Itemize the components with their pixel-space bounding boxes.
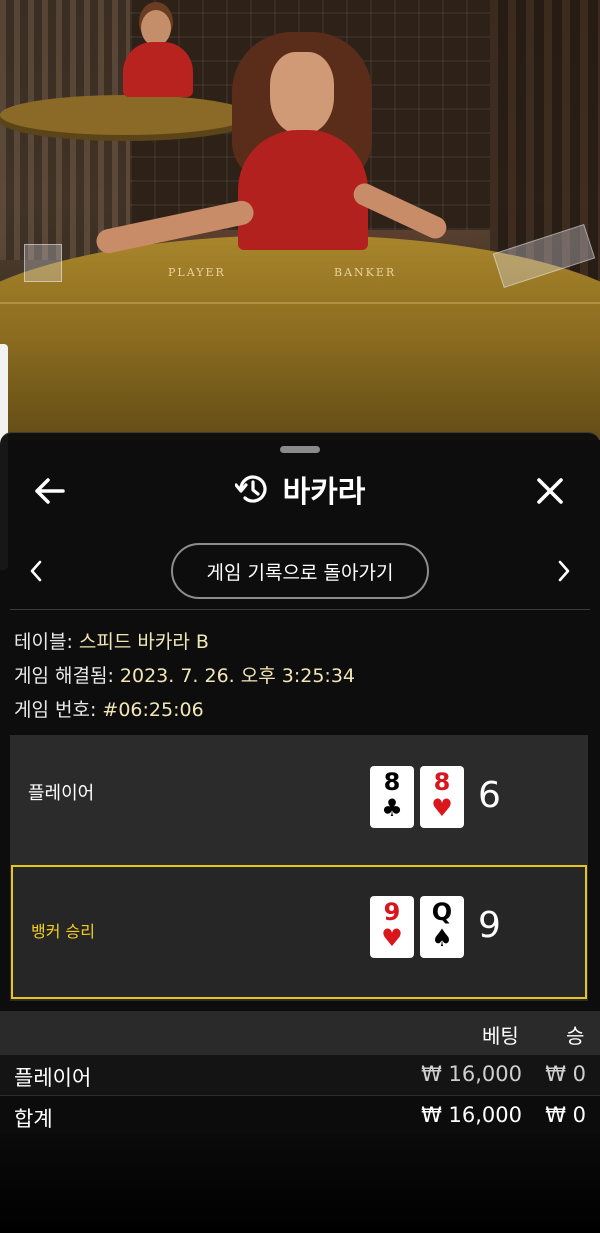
discard-holder: [24, 244, 62, 282]
bets-table-header: 베팅 승: [0, 1011, 600, 1055]
history-icon: [234, 475, 267, 503]
close-icon: [537, 478, 563, 504]
win-column-header: 승: [566, 1024, 585, 1048]
bet-name: 플레이어: [14, 1066, 92, 1090]
dealer-body: [238, 130, 368, 250]
player-card-1: 8 ♣: [370, 766, 414, 828]
banker-win-label: 뱅커 승리: [31, 922, 95, 941]
table-label-player: PLAYER: [168, 266, 226, 279]
background-table: [0, 95, 250, 135]
card-rank: 9: [383, 898, 401, 926]
player-hand-row: 플레이어 8 ♣ 8 ♥ 6: [10, 735, 588, 865]
divider: [10, 609, 590, 610]
card-rank: Q: [431, 898, 453, 926]
back-to-history-button[interactable]: 게임 기록으로 돌아가기: [171, 543, 429, 599]
card-rank: 8: [383, 768, 401, 796]
sheet-drag-handle[interactable]: [280, 446, 320, 453]
round-results: 플레이어 8 ♣ 8 ♥ 6 뱅커 승리 9 ♥ Q ♠ 9: [10, 735, 588, 1001]
club-icon: ♣: [381, 794, 403, 822]
live-video-feed: PLAYER BANKER: [0, 0, 600, 440]
table-row: 플레이어 ₩ 16,000 ₩ 0: [0, 1055, 600, 1095]
chevron-right-icon: [558, 560, 570, 582]
sheet-footer: [0, 1135, 600, 1233]
dealer-face: [270, 52, 334, 134]
background-dealer-body: [123, 42, 193, 97]
round-info: 테이블: 스피드 바카라 B 게임 해결됨: 2023. 7. 26. 오후 3…: [14, 625, 584, 727]
total-label: 합계: [14, 1107, 53, 1131]
win-amount: ₩ 0: [545, 1062, 586, 1086]
player-card-2: 8 ♥: [420, 766, 464, 828]
game-history-sheet: 바카라 게임 기록으로 돌아가기 테이블: 스피드 바카라 B 게임 해결됨: …: [0, 432, 600, 1233]
resolved-info-line: 게임 해결됨: 2023. 7. 26. 오후 3:25:34: [14, 659, 584, 693]
bet-column-header: 베팅: [482, 1024, 519, 1048]
resolved-value: 2023. 7. 26. 오후 3:25:34: [119, 665, 355, 687]
heart-icon: ♥: [381, 924, 403, 952]
banker-hand-row: 뱅커 승리 9 ♥ Q ♠ 9: [11, 865, 587, 999]
player-hand-label: 플레이어: [28, 783, 95, 804]
game-number-line: 게임 번호: #06:25:06: [14, 693, 584, 727]
banker-card-1: 9 ♥: [370, 896, 414, 958]
total-bet-amount: ₩ 16,000: [421, 1103, 522, 1127]
chevron-left-icon: [30, 560, 42, 582]
player-score: 6: [478, 775, 501, 816]
sheet-header: 바카라: [0, 467, 600, 511]
table-line: [0, 302, 600, 304]
page-title: 바카라: [282, 475, 366, 510]
banker-score: 9: [478, 905, 501, 946]
total-row: 합계 ₩ 16,000 ₩ 0: [0, 1095, 600, 1135]
total-win-amount: ₩ 0: [545, 1103, 586, 1127]
game-number-value: #06:25:06: [102, 699, 204, 721]
game-number-label: 게임 번호:: [14, 699, 103, 721]
table-info-line: 테이블: 스피드 바카라 B: [14, 625, 584, 659]
table-label-banker: BANKER: [334, 266, 397, 279]
card-rank: 8: [433, 768, 451, 796]
close-button[interactable]: [528, 469, 572, 513]
heart-icon: ♥: [431, 794, 453, 822]
banker-card-2: Q ♠: [420, 896, 464, 958]
spade-icon: ♠: [431, 924, 453, 952]
next-round-button[interactable]: [544, 551, 584, 591]
background-dealer-head: [141, 10, 171, 46]
previous-round-button[interactable]: [16, 551, 56, 591]
table-label: 테이블:: [14, 631, 79, 653]
table-value: 스피드 바카라 B: [78, 631, 209, 653]
round-navigation: 게임 기록으로 돌아가기: [0, 541, 600, 601]
bet-amount: ₩ 16,000: [421, 1062, 522, 1086]
resolved-label: 게임 해결됨:: [14, 665, 120, 687]
